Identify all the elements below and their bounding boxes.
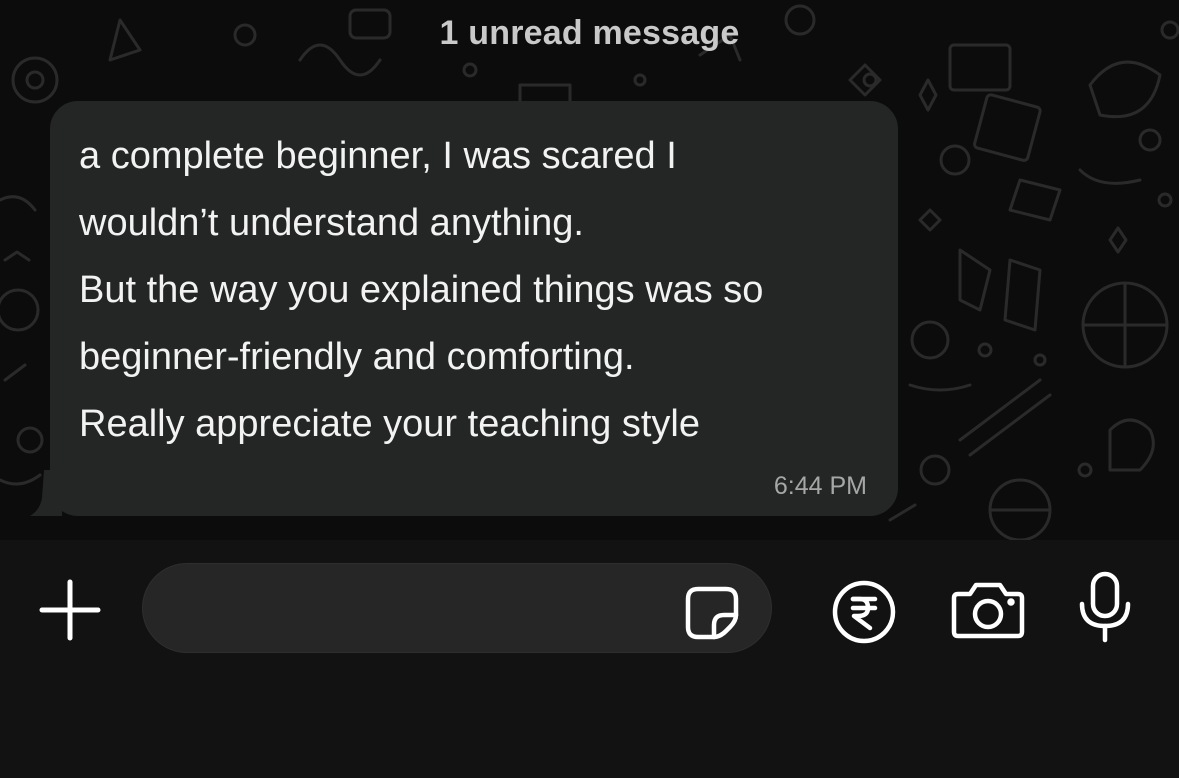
attach-button[interactable] bbox=[38, 578, 102, 642]
message-composer bbox=[0, 540, 1179, 778]
message-input-field[interactable] bbox=[142, 563, 772, 653]
message-line: beginner-friendly and comforting. bbox=[79, 336, 635, 378]
camera-button[interactable] bbox=[950, 580, 1026, 640]
voice-message-button[interactable] bbox=[1076, 570, 1134, 644]
message-line: Really appreciate your teaching style bbox=[79, 403, 701, 445]
payment-button[interactable] bbox=[830, 578, 898, 646]
microphone-icon bbox=[1079, 571, 1131, 643]
message-text: a complete beginner, I was scared I woul… bbox=[79, 123, 889, 458]
incoming-message-bubble[interactable]: a complete beginner, I was scared I woul… bbox=[50, 101, 898, 516]
message-line: a complete beginner, I was scared I bbox=[79, 135, 677, 177]
message-timestamp: 6:44 PM bbox=[773, 472, 867, 500]
chat-area[interactable]: 1 unread message a complete beginner, I … bbox=[0, 0, 1179, 540]
message-line: wouldn’t understand anything. bbox=[79, 202, 584, 244]
plus-icon bbox=[39, 579, 101, 641]
sticker-button[interactable] bbox=[684, 585, 740, 641]
camera-icon bbox=[951, 582, 1025, 639]
message-line: But the way you explained things was so bbox=[79, 269, 764, 311]
message-input[interactable] bbox=[171, 582, 675, 638]
rupee-icon bbox=[832, 580, 896, 644]
chat-screen: 1 unread message a complete beginner, I … bbox=[0, 0, 1179, 778]
unread-messages-banner: 1 unread message bbox=[439, 14, 740, 52]
sticker-icon bbox=[685, 586, 739, 640]
